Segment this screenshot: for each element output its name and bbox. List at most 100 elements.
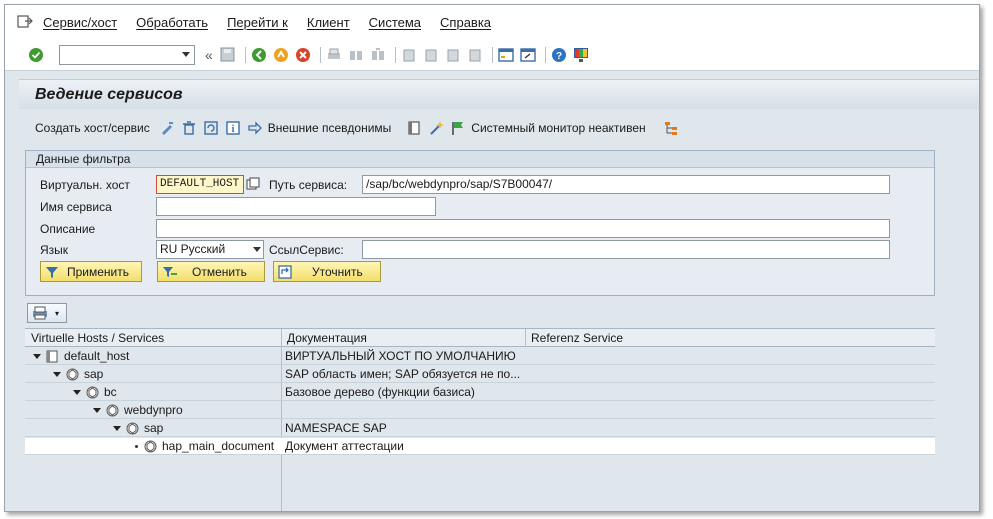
- help-icon[interactable]: ?: [550, 46, 568, 64]
- column-header-reference-service[interactable]: Referenz Service: [531, 331, 623, 345]
- exit-icon[interactable]: [272, 46, 290, 64]
- host-icon: [46, 350, 58, 363]
- menu-item-system[interactable]: Система: [369, 15, 421, 30]
- chevron-down-icon[interactable]: [253, 247, 261, 252]
- value-help-icon[interactable]: [246, 177, 260, 194]
- toolbar-separator: [244, 46, 246, 63]
- filter-icon: [46, 266, 58, 278]
- language-select-value: RU Русский: [160, 242, 226, 256]
- title-bar: Ведение сервисов: [19, 79, 979, 109]
- apply-button[interactable]: Применить: [40, 261, 142, 282]
- command-dropdown-icon[interactable]: [182, 51, 190, 57]
- menu-item-client[interactable]: Клиент: [307, 15, 350, 30]
- menu-icon[interactable]: [17, 15, 33, 29]
- language-select[interactable]: RU Русский: [156, 240, 264, 259]
- menu-item-service-host[interactable]: Сервис/хост: [43, 15, 117, 30]
- filter-group-title: Данные фильтра: [26, 151, 934, 168]
- cancel-icon[interactable]: [294, 46, 312, 64]
- service-node-icon: [66, 368, 79, 381]
- leaf-bullet-icon: [135, 445, 138, 449]
- cancel-filter-button[interactable]: Отменить: [157, 261, 265, 282]
- service-node-icon: [106, 404, 119, 417]
- service-path-field[interactable]: /sap/bc/webdynpro/sap/S7B00047/: [362, 175, 890, 194]
- enter-check-icon[interactable]: [27, 46, 45, 64]
- arrow-right-icon: [246, 119, 264, 137]
- service-name-field[interactable]: [156, 197, 436, 216]
- create-session-icon[interactable]: [497, 46, 515, 64]
- tree-node-label: sap: [84, 367, 104, 381]
- tree-row[interactable]: webdynpro: [25, 402, 935, 419]
- dropdown-arrow-icon: ▾: [55, 308, 60, 318]
- standard-toolbar: « ?: [5, 39, 979, 71]
- command-field[interactable]: [59, 44, 195, 65]
- system-monitor-status[interactable]: Системный монитор неактивен: [471, 121, 645, 135]
- tree-row-doc: Документ аттестации: [285, 439, 404, 453]
- tree-node-label: default_host: [64, 349, 130, 363]
- expand-toggle-icon[interactable]: [33, 354, 41, 360]
- column-separator[interactable]: [281, 329, 282, 347]
- expand-toggle-icon[interactable]: [53, 372, 61, 378]
- info-icon[interactable]: i: [224, 119, 242, 137]
- back-icon[interactable]: [250, 46, 268, 64]
- save-icon[interactable]: [219, 46, 237, 64]
- service-node-icon: [86, 386, 99, 399]
- tree-node-label: webdynpro: [124, 403, 183, 417]
- print-menu-button[interactable]: ▾: [27, 303, 67, 323]
- external-aliases-button[interactable]: Внешние псевдонимы: [268, 121, 392, 135]
- refine-button[interactable]: Уточнить: [273, 261, 381, 282]
- delete-trash-icon[interactable]: [180, 119, 198, 137]
- toolbar-separator: [491, 46, 493, 63]
- create-host-service-button[interactable]: Создать хост/сервис: [35, 121, 150, 135]
- hierarchy-icon[interactable]: [662, 119, 680, 137]
- column-separator[interactable]: [525, 329, 526, 347]
- language-label: Язык: [40, 243, 69, 257]
- tree-row[interactable]: default_host ВИРТУАЛЬНЫЙ ХОСТ ПО УМОЛЧАН…: [25, 348, 935, 365]
- previous-page-icon[interactable]: [422, 46, 440, 64]
- menu-item-edit[interactable]: Обработать: [136, 15, 208, 30]
- description-label: Описание: [40, 222, 96, 236]
- expand-toggle-icon[interactable]: [113, 426, 121, 432]
- first-page-icon[interactable]: [400, 46, 418, 64]
- tree-row[interactable]: sap SAP область имен; SAP обязуется не п…: [25, 366, 935, 383]
- tree-row-selected[interactable]: hap_main_document Документ аттестации: [25, 438, 935, 455]
- toolbar-separator: [394, 46, 396, 63]
- cancel-filter-button-label: Отменить: [192, 264, 247, 279]
- print-icon[interactable]: [325, 46, 343, 64]
- ref-service-field[interactable]: [362, 240, 890, 259]
- refine-icon: [278, 264, 292, 279]
- virtual-host-label: Виртуальн. хост: [40, 178, 130, 192]
- virtual-host-field[interactable]: DEFAULT_HOST: [156, 175, 244, 194]
- tree-node-label: bc: [104, 385, 117, 399]
- column-header-documentation[interactable]: Документация: [287, 331, 367, 345]
- magic-wand-icon[interactable]: [427, 119, 445, 137]
- tree-row[interactable]: sap NAMESPACE SAP: [25, 420, 935, 437]
- expand-toggle-icon[interactable]: [93, 408, 101, 414]
- menu-item-goto[interactable]: Перейти к: [227, 15, 288, 30]
- tree-header: Virtuelle Hosts / Services Документация …: [25, 329, 935, 347]
- find-next-icon[interactable]: [369, 46, 387, 64]
- svg-text:i: i: [231, 124, 234, 135]
- next-page-icon[interactable]: [444, 46, 462, 64]
- toolbar-separator: [319, 46, 321, 63]
- customize-layout-icon[interactable]: [572, 46, 590, 64]
- sap-window: Сервис/хост Обработать Перейти к Клиент …: [4, 4, 980, 512]
- printer-icon: [33, 306, 47, 320]
- document-icon[interactable]: [405, 119, 423, 137]
- ref-service-label: СсылСервис:: [269, 243, 344, 257]
- toolbar-separator: [544, 46, 546, 63]
- column-header-hosts[interactable]: Virtuelle Hosts / Services: [31, 331, 164, 345]
- refresh-icon[interactable]: [202, 119, 220, 137]
- find-icon[interactable]: [347, 46, 365, 64]
- edit-pencil-icon[interactable]: [158, 119, 176, 137]
- tree-row-doc: NAMESPACE SAP: [285, 421, 387, 435]
- flag-icon: [449, 119, 467, 137]
- last-page-icon[interactable]: [466, 46, 484, 64]
- service-node-icon: [126, 422, 139, 435]
- menu-item-help[interactable]: Справка: [440, 15, 491, 30]
- shortcut-icon[interactable]: [519, 46, 537, 64]
- tree-row[interactable]: bc Базовое дерево (функции базиса): [25, 384, 935, 401]
- svg-text:?: ?: [556, 51, 562, 62]
- expand-toggle-icon[interactable]: [73, 390, 81, 396]
- collapse-icon[interactable]: «: [205, 47, 213, 63]
- description-field[interactable]: [156, 219, 890, 238]
